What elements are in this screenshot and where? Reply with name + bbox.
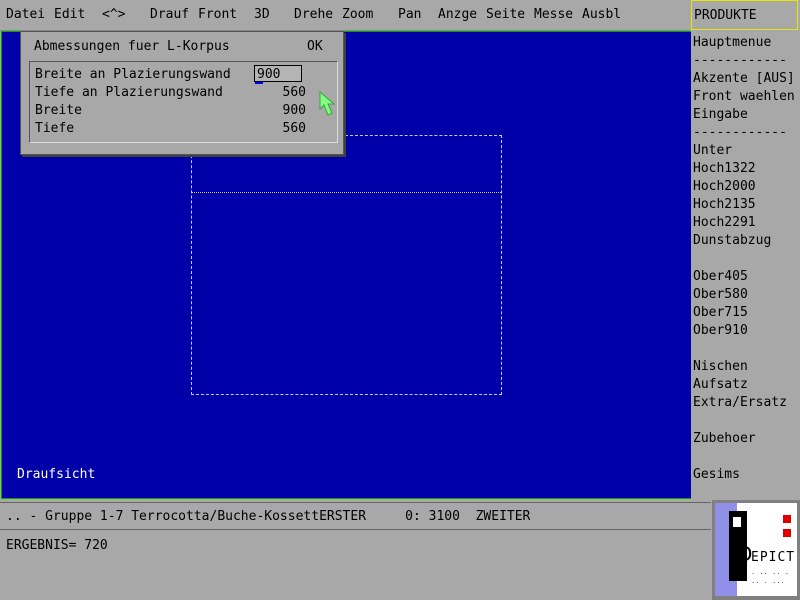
cabinet-depth-line xyxy=(192,192,501,193)
sidebar-item-nischen[interactable]: Nischen xyxy=(693,359,748,374)
sidebar-item-ober910[interactable]: Ober910 xyxy=(693,323,748,338)
sidebar-item-hoch2291[interactable]: Hoch2291 xyxy=(693,215,756,230)
field-row-depth: Tiefe 560 xyxy=(35,121,335,139)
field-label: Breite an Plazierungswand xyxy=(35,67,231,82)
ok-button[interactable]: OK xyxy=(307,39,323,54)
field-row-width-wall: Breite an Plazierungswand xyxy=(35,65,335,85)
menu-caret[interactable]: <^> xyxy=(102,7,125,22)
sidebar-item-hoch2135[interactable]: Hoch2135 xyxy=(693,197,756,212)
sidebar-item-extra-ersatz[interactable]: Extra/Ersatz xyxy=(693,395,787,410)
field-label: Breite xyxy=(35,103,82,118)
menu-drauf[interactable]: Drauf xyxy=(150,7,189,22)
depict-logo: D EPICT · ·· ·· · ·· · ··· xyxy=(715,503,797,596)
dialog-fields: Breite an Plazierungswand Tiefe an Plazi… xyxy=(29,61,338,143)
menu-zoom[interactable]: Zoom xyxy=(342,7,373,22)
cabinet-outline[interactable] xyxy=(191,135,502,395)
arrow-pointer-icon xyxy=(319,91,336,116)
menu-front[interactable]: Front xyxy=(198,7,237,22)
sidebar-item-ober405[interactable]: Ober405 xyxy=(693,269,748,284)
menu-3d[interactable]: 3D xyxy=(254,7,270,22)
width-wall-input[interactable] xyxy=(254,65,302,82)
sidebar-item-dunstabzug[interactable]: Dunstabzug xyxy=(693,233,771,248)
dialog-title: Abmessungen fuer L-Korpus xyxy=(34,39,230,54)
sidebar-item-gesims[interactable]: Gesims xyxy=(693,467,740,482)
sidebar-separator: ------------ xyxy=(693,53,787,68)
sidebar-item-hauptmenue[interactable]: Hauptmenue xyxy=(693,35,771,50)
menu-messe[interactable]: Messe xyxy=(534,7,573,22)
svg-text:EPICT: EPICT xyxy=(751,550,795,565)
field-value[interactable]: 560 xyxy=(283,85,306,100)
view-label: Draufsicht xyxy=(17,467,96,482)
menu-ausbl[interactable]: Ausbl xyxy=(582,7,621,22)
menu-anzge[interactable]: Anzge xyxy=(438,7,477,22)
sidebar-item-hoch2000[interactable]: Hoch2000 xyxy=(693,179,756,194)
menu-drehe[interactable]: Drehe xyxy=(294,7,333,22)
field-label: Tiefe xyxy=(35,121,75,136)
field-value[interactable]: 900 xyxy=(283,103,306,118)
sidebar-header-label: PRODUKTE xyxy=(694,8,757,23)
result-bar: ERGEBNIS= 720 xyxy=(0,530,711,600)
sidebar-item-aufsatz[interactable]: Aufsatz xyxy=(693,377,748,392)
sidebar-item-ober580[interactable]: Ober580 xyxy=(693,287,748,302)
status-text: .. - Gruppe 1-7 Terrocotta/Buche-Kossett… xyxy=(6,509,531,524)
field-row-width: Breite 900 xyxy=(35,103,335,121)
dimensions-dialog: Abmessungen fuer L-Korpus OK Breite an P… xyxy=(20,31,344,155)
sidebar-item-akzente[interactable]: Akzente [AUS] xyxy=(693,71,795,86)
product-sidebar: PRODUKTE Hauptmenue ------------ Akzente… xyxy=(691,0,800,500)
svg-text:· ·· ·· ·: · ·· ·· · xyxy=(751,570,789,578)
sidebar-item-zubehoer[interactable]: Zubehoer xyxy=(693,431,756,446)
sidebar-item-hoch1322[interactable]: Hoch1322 xyxy=(693,161,756,176)
text-caret xyxy=(255,82,263,84)
svg-text:·· · ···: ·· · ··· xyxy=(751,579,785,587)
sidebar-item-eingabe[interactable]: Eingabe xyxy=(693,107,748,122)
sidebar-separator: ------------ xyxy=(693,125,787,140)
field-value[interactable]: 560 xyxy=(283,121,306,136)
sidebar-header[interactable]: PRODUKTE xyxy=(691,0,798,30)
field-label: Tiefe an Plazierungswand xyxy=(35,85,223,100)
menu-edit[interactable]: Edit xyxy=(54,7,85,22)
result-text: ERGEBNIS= 720 xyxy=(6,538,108,553)
menu-pan[interactable]: Pan xyxy=(398,7,421,22)
sidebar-item-ober715[interactable]: Ober715 xyxy=(693,305,748,320)
menu-bar: Datei Edit <^> Drauf Front 3D Drehe Zoom… xyxy=(0,0,690,31)
sidebar-item-front-waehlen[interactable]: Front waehlen xyxy=(693,89,795,104)
logo-frame: D EPICT · ·· ·· · ·· · ··· xyxy=(712,500,800,600)
status-bar: .. - Gruppe 1-7 Terrocotta/Buche-Kossett… xyxy=(0,502,711,530)
sidebar-item-unter[interactable]: Unter xyxy=(693,143,732,158)
menu-datei[interactable]: Datei xyxy=(6,7,45,22)
field-row-depth-wall: Tiefe an Plazierungswand 560 xyxy=(35,85,335,103)
menu-seite[interactable]: Seite xyxy=(486,7,525,22)
